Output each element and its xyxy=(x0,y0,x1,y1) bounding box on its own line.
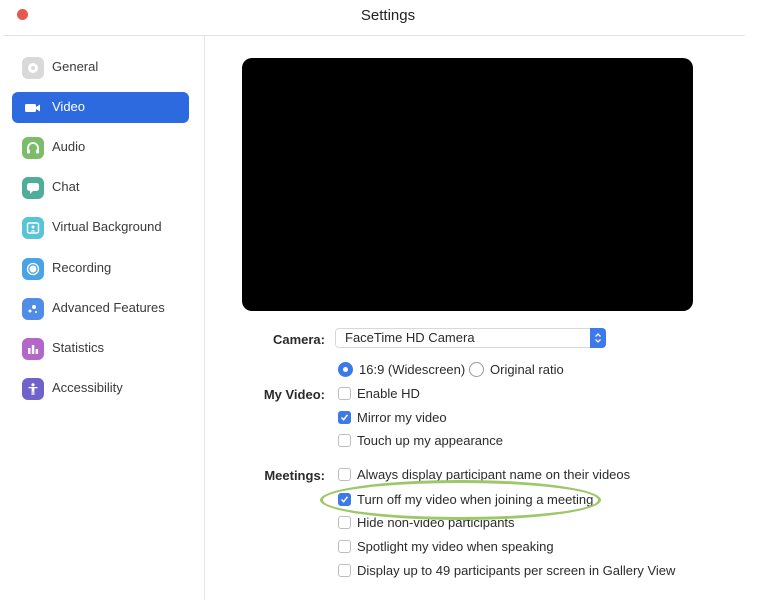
video-camera-icon xyxy=(22,97,44,119)
checkmark-icon xyxy=(340,496,349,503)
radio-widescreen[interactable]: 16:9 (Widescreen) xyxy=(338,362,465,377)
sidebar-item-label: Accessibility xyxy=(52,380,123,395)
headphones-icon xyxy=(22,137,44,159)
sidebar-item-chat[interactable]: Chat xyxy=(12,172,189,203)
checkbox-label: Touch up my appearance xyxy=(357,433,503,448)
sidebar-divider xyxy=(204,36,205,600)
checkbox[interactable] xyxy=(338,434,351,447)
checkbox-label: Enable HD xyxy=(357,386,420,401)
checkbox-label: Display up to 49 participants per screen… xyxy=(357,563,676,578)
video-preview xyxy=(242,58,693,311)
radio-original-ratio[interactable]: Original ratio xyxy=(469,362,564,377)
sidebar-item-statistics[interactable]: Statistics xyxy=(12,333,189,364)
sidebar-item-label: Video xyxy=(52,99,86,114)
camera-label: Camera: xyxy=(272,332,325,347)
checkbox-label: Spotlight my video when speaking xyxy=(357,539,554,554)
sidebar-item-label: Advanced Features xyxy=(52,300,165,315)
radio-button[interactable] xyxy=(338,362,353,377)
sidebar-item-label: Chat xyxy=(52,179,80,194)
sidebar-item-accessibility[interactable]: Accessibility xyxy=(12,373,189,404)
checkbox[interactable] xyxy=(338,468,351,481)
sidebar-item-label: General xyxy=(52,59,99,74)
title-bar: Settings xyxy=(0,0,776,35)
person-frame-icon xyxy=(22,217,44,239)
chevron-updown-icon[interactable] xyxy=(590,328,606,348)
checkbox-label: Turn off my video when joining a meeting xyxy=(357,492,594,507)
camera-select-value: FaceTime HD Camera xyxy=(345,330,475,345)
sidebar-item-general[interactable]: General xyxy=(12,52,189,83)
sidebar-item-label: Statistics xyxy=(52,340,105,355)
checkbox-label: Mirror my video xyxy=(357,410,447,425)
checkbox-touch-up[interactable]: Touch up my appearance xyxy=(338,433,503,448)
checkbox-enable-hd[interactable]: Enable HD xyxy=(338,386,420,401)
checkbox[interactable] xyxy=(338,564,351,577)
sparkle-icon xyxy=(22,298,44,320)
sidebar-item-virtual-background[interactable]: Virtual Background xyxy=(12,212,189,243)
checkbox[interactable] xyxy=(338,493,351,506)
sidebar-item-video[interactable]: Video xyxy=(12,92,189,123)
checkbox-label: Hide non-video participants xyxy=(357,515,515,530)
radio-label: 16:9 (Widescreen) xyxy=(359,362,466,377)
checkbox[interactable] xyxy=(338,516,351,529)
checkbox-hide-non-video[interactable]: Hide non-video participants xyxy=(338,515,515,530)
checkbox-turn-off-video[interactable]: Turn off my video when joining a meeting xyxy=(338,492,593,507)
checkbox-spotlight[interactable]: Spotlight my video when speaking xyxy=(338,539,554,554)
checkbox[interactable] xyxy=(338,540,351,553)
checkbox-display-names[interactable]: Always display participant name on their… xyxy=(338,467,630,482)
sidebar-item-label: Audio xyxy=(52,139,86,154)
gear-icon xyxy=(22,57,44,79)
sidebar-item-audio[interactable]: Audio xyxy=(12,132,189,163)
checkbox[interactable] xyxy=(338,411,351,424)
sidebar-item-label: Recording xyxy=(52,260,112,275)
sidebar-item-label: Virtual Background xyxy=(52,219,162,234)
my-video-label: My Video: xyxy=(263,387,325,402)
checkbox-label: Always display participant name on their… xyxy=(357,467,631,482)
sidebar-item-advanced-features[interactable]: Advanced Features xyxy=(12,293,189,324)
record-icon xyxy=(22,258,44,280)
bar-chart-icon xyxy=(22,338,44,360)
camera-select[interactable]: FaceTime HD Camera xyxy=(335,328,606,348)
radio-label: Original ratio xyxy=(490,362,564,377)
window-title: Settings xyxy=(360,7,416,24)
accessibility-icon xyxy=(22,378,44,400)
sidebar-item-recording[interactable]: Recording xyxy=(12,253,189,284)
settings-sidebar: General Video Audio Chat Virtual Backgro… xyxy=(0,36,205,600)
checkbox-gallery-49[interactable]: Display up to 49 participants per screen… xyxy=(338,563,675,578)
checkmark-icon xyxy=(340,414,349,421)
checkbox-mirror-video[interactable]: Mirror my video xyxy=(338,410,447,425)
radio-button[interactable] xyxy=(469,362,484,377)
meetings-label: Meetings: xyxy=(264,468,325,483)
checkbox[interactable] xyxy=(338,387,351,400)
chat-bubble-icon xyxy=(22,177,44,199)
